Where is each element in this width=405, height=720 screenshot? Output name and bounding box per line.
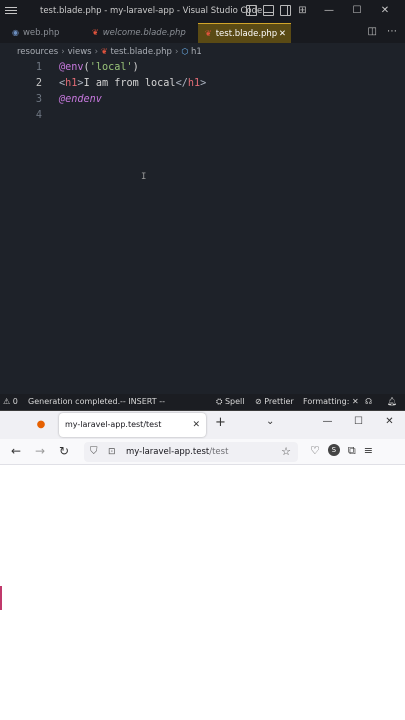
breadcrumb-item[interactable]: test.blade.php <box>110 47 172 57</box>
url-path: /test <box>209 447 229 457</box>
url-bar[interactable]: ⛉ ⊡ my-laravel-app.test/test ☆ <box>84 442 298 462</box>
toggle-panel-icon[interactable] <box>263 5 274 16</box>
vim-mode: -- INSERT -- <box>120 397 165 406</box>
minimize-button[interactable]: — <box>312 414 343 430</box>
forward-button[interactable]: → <box>35 444 45 458</box>
angle-bracket: </ <box>175 78 188 89</box>
tab-test-blade-php[interactable]: ❦ test.blade.php ✕ <box>198 23 291 43</box>
page-content-area[interactable] <box>0 466 405 720</box>
minimize-button[interactable]: — <box>315 3 343 19</box>
prettier-label: Prettier <box>264 397 294 406</box>
prettier-status[interactable]: ⊘ Prettier <box>255 394 294 410</box>
breadcrumb: resources › views › ❦ test.blade.php › ⬡ h1 <box>0 43 405 60</box>
breadcrumb-separator: › <box>174 47 179 57</box>
tab-web-php[interactable]: ◉ web.php <box>12 23 59 43</box>
browser-tab-strip: ● my-laravel-app.test/test ✕ + ⌄ — ☐ ✕ <box>0 411 405 439</box>
window-title: test.blade.php - my-laravel-app - Visual… <box>40 6 263 16</box>
breadcrumb-item[interactable]: views <box>68 47 92 57</box>
app-menu-hamburger-icon[interactable]: ≡ <box>364 444 373 458</box>
text-cursor-icon: I <box>141 172 147 182</box>
tab-label: welcome.blade.php <box>102 28 186 38</box>
close-button[interactable]: ✕ <box>371 3 399 19</box>
code-line[interactable]: 3 @endenv <box>0 92 405 108</box>
html-tag: h1 <box>187 78 201 89</box>
toggle-primary-sidebar-icon[interactable] <box>246 5 257 16</box>
back-button[interactable]: ← <box>11 444 21 458</box>
bookmark-star-icon[interactable]: ☆ <box>281 442 291 462</box>
tracking-protection-shield-icon[interactable]: ⛉ <box>90 442 98 462</box>
reload-button[interactable]: ↻ <box>59 444 69 458</box>
line-number: 3 <box>35 94 42 105</box>
decorative-edge-mark <box>0 586 2 610</box>
customize-layout-icon[interactable]: ⊞ <box>297 5 308 16</box>
string-literal: 'local' <box>89 62 133 73</box>
problems-count[interactable]: ⚠ 0 <box>3 394 18 410</box>
tab-label: test.blade.php <box>215 29 278 39</box>
pinned-tab-firefox-icon[interactable]: ● <box>30 416 52 434</box>
notifications-bell-icon[interactable]: 🔔︎ <box>387 394 397 410</box>
copilot-icon[interactable]: ☊ <box>365 394 372 410</box>
firefox-window: ● my-laravel-app.test/test ✕ + ⌄ — ☐ ✕ ←… <box>0 410 405 720</box>
blade-file-icon: ❦ <box>92 28 99 37</box>
tab-label: web.php <box>22 28 60 38</box>
formatting-status[interactable]: Formatting: ✕ <box>303 394 359 410</box>
tab-close-icon[interactable]: ✕ <box>192 413 200 437</box>
blade-directive: @env <box>59 62 84 73</box>
extensions-puzzle-icon[interactable]: ⧉ <box>348 444 356 458</box>
spell-check-icon: ⛭ <box>216 397 223 406</box>
html-tag: h1 <box>65 78 78 89</box>
close-button[interactable]: ✕ <box>374 414 405 430</box>
code-line[interactable]: 1 @env('local') <box>0 60 405 76</box>
php-file-icon: ◉ <box>12 28 19 37</box>
status-message: Generation completed. <box>28 397 121 406</box>
pocket-icon[interactable]: ♡ <box>310 444 320 458</box>
blade-file-icon: ❦ <box>101 47 108 56</box>
blade-directive: @endenv <box>59 94 102 105</box>
breadcrumb-separator: › <box>94 47 99 57</box>
breadcrumb-item[interactable]: h1 <box>191 47 202 57</box>
breadcrumb-item[interactable]: resources <box>17 47 58 57</box>
navigation-toolbar: ← → ↻ ⛉ ⊡ my-laravel-app.test/test ☆ ♡ S… <box>0 439 405 465</box>
list-all-tabs-chevron-icon[interactable]: ⌄ <box>266 416 274 427</box>
spell-status[interactable]: ⛭ Spell <box>216 394 244 410</box>
line-number: 2 <box>35 78 42 89</box>
toggle-secondary-sidebar-icon[interactable] <box>280 5 291 16</box>
url-host: my-laravel-app.test <box>126 447 210 457</box>
status-bar: ⚠ 0 Generation completed. -- INSERT -- ⛭… <box>0 394 405 410</box>
tab-welcome-blade-php[interactable]: ❦ welcome.blade.php <box>92 23 186 43</box>
spell-label: Spell <box>224 397 245 406</box>
vscode-titlebar: test.blade.php - my-laravel-app - Visual… <box>0 0 405 23</box>
site-info-icon[interactable]: ⊡ <box>108 442 116 462</box>
browser-tab-title: my-laravel-app.test/test <box>65 420 162 429</box>
blade-file-icon: ❦ <box>205 29 212 38</box>
line-number: 4 <box>35 110 42 121</box>
more-actions-icon[interactable]: ⋯ <box>387 26 397 37</box>
new-tab-button[interactable]: + <box>215 415 226 430</box>
code-line[interactable]: 4 <box>0 108 405 124</box>
maximize-button[interactable]: ☐ <box>343 3 371 19</box>
maximize-button[interactable]: ☐ <box>343 414 374 430</box>
hamburger-menu-icon[interactable] <box>5 5 17 17</box>
editor-tabs: ◉ web.php ❦ welcome.blade.php ❦ test.blade.… <box>0 23 405 43</box>
element-symbol-icon: ⬡ <box>181 47 189 56</box>
breadcrumb-separator: › <box>61 47 65 57</box>
line-number: 1 <box>35 62 42 73</box>
account-avatar-icon[interactable]: S <box>327 444 340 456</box>
split-editor-icon[interactable]: ◫ <box>368 26 377 37</box>
tag-text: I am from local <box>83 78 176 89</box>
vscode-window: test.blade.php - my-laravel-app - Visual… <box>0 0 405 410</box>
prettier-icon: ⊘ <box>255 397 262 406</box>
paren: ) <box>132 62 139 73</box>
code-editor[interactable]: 1 @env('local') 2 <h1>I am from local</h… <box>0 60 405 394</box>
tab-close-icon[interactable]: ✕ <box>279 24 286 44</box>
code-line[interactable]: 2 <h1>I am from local</h1> <box>0 76 405 92</box>
angle-bracket: > <box>200 78 207 89</box>
browser-tab-active[interactable]: my-laravel-app.test/test ✕ <box>59 413 206 437</box>
